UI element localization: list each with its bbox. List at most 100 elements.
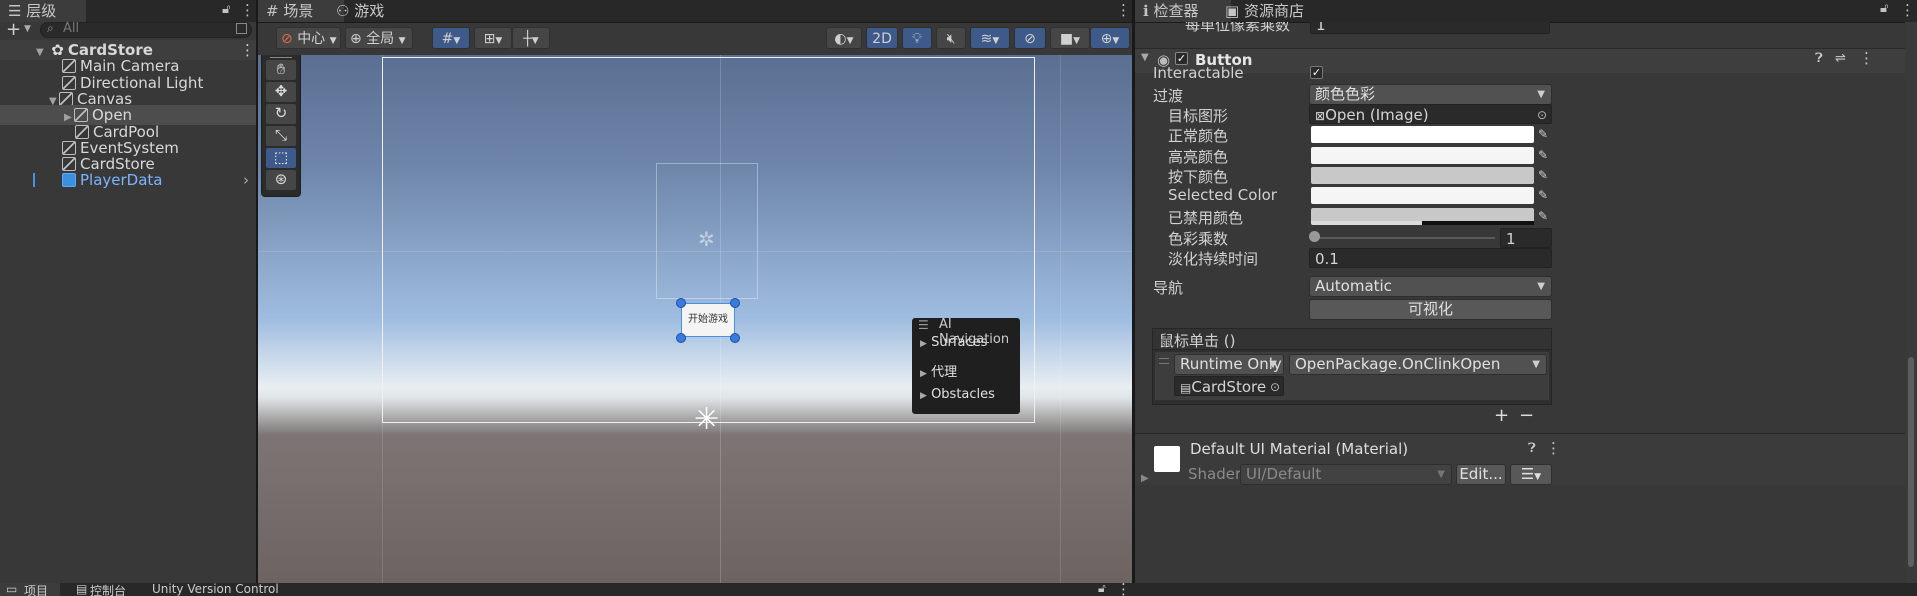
eyedropper-icon[interactable]: ✎ xyxy=(1538,148,1550,162)
fade-duration-field[interactable]: 0.1 xyxy=(1309,248,1552,268)
scene-viewport[interactable]: ✲ 开始游戏 ✳ ✋︎ ✥ ↻ ⤡ ⬚ ⊛ ☰ AI Navigation ▶ … xyxy=(258,55,1132,583)
fade-duration-label: 淡化持续时间 xyxy=(1168,250,1259,268)
pixels-per-unit-row: 每单位像素乘数 1 xyxy=(1135,22,1917,36)
snap-increment-button[interactable]: ⊞▼ xyxy=(474,27,512,49)
visualize-button[interactable]: 可视化 xyxy=(1309,299,1552,320)
overlay-item-agents[interactable]: ▶ 代理 xyxy=(920,361,957,380)
rotate-tool-button[interactable]: ↻ xyxy=(266,104,296,124)
selected-color-swatch[interactable] xyxy=(1311,187,1534,204)
tab-game[interactable]: ⚇ 游戏 xyxy=(328,0,414,22)
pixels-per-unit-field[interactable]: 1 xyxy=(1310,22,1550,34)
resize-handle[interactable] xyxy=(730,298,740,308)
slider-thumb[interactable] xyxy=(1309,231,1320,242)
scale-tool-button[interactable]: ⤡ xyxy=(266,126,296,146)
transform-tool-button[interactable]: ⊛ xyxy=(266,170,296,190)
shader-menu-button[interactable]: ☰▼ xyxy=(1510,464,1552,485)
overlay-item-surfaces[interactable]: ▶ Surfaces xyxy=(920,335,987,350)
color-multiplier-field[interactable]: 1 xyxy=(1500,228,1552,248)
tab-asset-store[interactable]: ▣ 资源商店 xyxy=(1217,0,1323,22)
disabled-color-swatch[interactable] xyxy=(1311,208,1534,225)
lock-icon[interactable]: 🔓︎ xyxy=(1098,583,1106,596)
effects-dropdown[interactable]: ≋▼ xyxy=(970,27,1010,49)
scrollbar-thumb[interactable] xyxy=(1908,357,1914,567)
scene-visibility-toggle[interactable]: ⊘ xyxy=(1014,27,1046,49)
tab-version-control[interactable]: Unity Version Control xyxy=(142,583,302,596)
drag-handle-icon[interactable]: ☰ xyxy=(918,318,929,332)
target-graphic-value: Open (Image) xyxy=(1325,106,1429,124)
function-dropdown[interactable]: OpenPackage.OnClinkOpen ▼ xyxy=(1289,354,1547,375)
search-input[interactable]: All xyxy=(63,21,79,36)
more-menu-icon[interactable]: ⋮ xyxy=(1546,439,1561,457)
more-menu-icon[interactable]: ⋮ xyxy=(1116,583,1131,596)
lock-icon[interactable]: 🔓︎ xyxy=(1880,1,1888,16)
highlight-color-swatch[interactable] xyxy=(1311,147,1534,164)
help-icon[interactable]: ❓︎ xyxy=(1815,51,1823,66)
color-multiplier-slider[interactable] xyxy=(1313,237,1495,239)
shader-dropdown[interactable]: UI/Default ▼ xyxy=(1240,464,1452,485)
chevron-down-icon[interactable]: ▼ xyxy=(24,24,31,34)
drag-handle-icon[interactable] xyxy=(270,55,292,58)
chevron-right-icon[interactable]: ▶ xyxy=(1141,473,1149,484)
chevron-down-icon: ▼ xyxy=(1537,89,1545,100)
normal-color-swatch[interactable] xyxy=(1311,126,1534,143)
scale-icon: ⤡ xyxy=(274,126,287,144)
drag-handle-icon[interactable] xyxy=(1159,358,1169,364)
search-field[interactable]: ⌕ All xyxy=(40,21,252,38)
button-component-header[interactable]: ▼ ◉ ✓ Button ❓︎ ⇌ ⋮ xyxy=(1135,48,1905,73)
tab-asset-store-label: 资源商店 xyxy=(1243,2,1304,20)
filter-icon[interactable] xyxy=(236,23,247,34)
start-game-button[interactable]: 开始游戏 xyxy=(681,303,735,337)
event-object-field[interactable]: ▤CardStore (C ⊙ xyxy=(1174,376,1284,396)
remove-event-button[interactable]: − xyxy=(1519,405,1534,426)
add-button[interactable]: + xyxy=(6,19,21,40)
more-menu-icon[interactable]: ⋮ xyxy=(1116,1,1131,19)
eyedropper-icon[interactable]: ✎ xyxy=(1538,127,1550,141)
tab-project[interactable]: ▭ 项目 xyxy=(0,583,60,596)
more-menu-icon[interactable]: ⋮ xyxy=(1900,1,1915,19)
eyedropper-icon[interactable]: ✎ xyxy=(1538,168,1550,182)
audio-toggle[interactable]: 🔇︎ xyxy=(936,27,966,49)
hierarchy-item-playerdata[interactable]: PlayerData › xyxy=(0,170,256,190)
interactable-checkbox[interactable]: ✓ xyxy=(1310,66,1323,79)
gizmos-dropdown[interactable]: ⊕▼ xyxy=(1090,27,1130,49)
target-graphic-field[interactable]: ⊠Open (Image) ⊙ xyxy=(1309,104,1552,124)
grid-snap-button[interactable]: #▼ xyxy=(432,27,470,49)
navigation-dropdown[interactable]: Automatic ▼ xyxy=(1309,276,1552,297)
add-event-button[interactable]: + xyxy=(1494,405,1509,426)
lock-icon[interactable]: 🔓︎ xyxy=(222,2,230,17)
eyedropper-icon[interactable]: ✎ xyxy=(1538,188,1550,202)
increment-snap-button[interactable]: ┼▼ xyxy=(512,27,550,49)
pivot-dropdown[interactable]: ⊘ 中心 ▼ xyxy=(276,27,341,49)
object-picker-icon[interactable]: ⊙ xyxy=(1537,105,1547,125)
pressed-color-swatch[interactable] xyxy=(1311,167,1534,184)
camera-dropdown[interactable]: ■▼ xyxy=(1050,27,1090,49)
resize-handle[interactable] xyxy=(676,333,686,343)
more-menu-icon[interactable]: ⋮ xyxy=(1859,49,1874,67)
rect-tool-button[interactable]: ⬚ xyxy=(266,148,296,168)
inspector-scrollbar[interactable] xyxy=(1905,22,1917,583)
lighting-toggle[interactable]: 💡︎ xyxy=(902,27,932,49)
draw-mode-button[interactable]: ◐▼ xyxy=(826,27,862,49)
more-menu-icon[interactable]: ⋮ xyxy=(240,1,255,19)
chevron-down-icon[interactable]: ▼ xyxy=(1141,52,1149,63)
grid-snap-icon: # xyxy=(441,31,454,47)
edit-shader-button[interactable]: Edit... xyxy=(1456,464,1506,485)
space-dropdown[interactable]: ⊕ 全局 ▼ xyxy=(345,27,413,49)
preset-icon[interactable]: ⇌ xyxy=(1835,51,1846,66)
transition-dropdown[interactable]: 颜色色彩 ▼ xyxy=(1309,84,1552,105)
runtime-value: Runtime Only xyxy=(1180,355,1282,373)
move-tool-button[interactable]: ✥ xyxy=(266,82,296,102)
disabled-color-label: 已禁用颜色 xyxy=(1168,209,1244,227)
hand-tool-button[interactable]: ✋︎ xyxy=(266,60,296,80)
resize-handle[interactable] xyxy=(730,333,740,343)
anchor-gizmo-icon[interactable]: ✳ xyxy=(694,405,719,435)
eyedropper-icon[interactable]: ✎ xyxy=(1538,209,1550,223)
resize-handle[interactable] xyxy=(676,298,686,308)
tab-console[interactable]: ▤ 控制台 xyxy=(72,583,142,596)
chevron-right-icon[interactable]: › xyxy=(243,170,249,190)
object-picker-icon[interactable]: ⊙ xyxy=(1270,377,1280,395)
help-icon[interactable]: ❓︎ xyxy=(1528,441,1536,456)
overlay-item-obstacles[interactable]: ▶ Obstacles xyxy=(920,387,995,402)
runtime-dropdown[interactable]: Runtime Only ▼ xyxy=(1174,354,1284,375)
mode-2d-button[interactable]: 2D xyxy=(866,27,898,49)
